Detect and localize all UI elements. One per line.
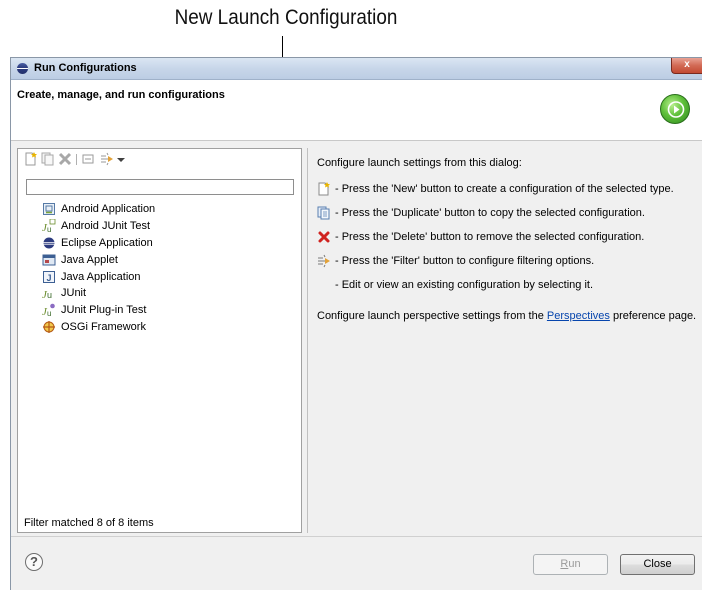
filter-input[interactable] bbox=[26, 179, 294, 195]
duplicate-icon bbox=[317, 206, 331, 220]
android-app-icon bbox=[42, 202, 56, 216]
info-row-edit: - Edit or view an existing configuration… bbox=[317, 278, 593, 292]
info-row-new: - Press the 'New' button to create a con… bbox=[317, 182, 674, 196]
bottom-separator bbox=[11, 536, 702, 537]
chevron-down-icon bbox=[117, 158, 125, 162]
java-applet-icon bbox=[42, 253, 56, 267]
eclipse-icon bbox=[42, 236, 56, 250]
svg-text:u: u bbox=[47, 225, 51, 233]
filter-status: Filter matched 8 of 8 items bbox=[24, 517, 154, 529]
tree-item-java-application[interactable]: J Java Application bbox=[42, 268, 155, 285]
run-button[interactable]: Run bbox=[533, 554, 608, 575]
tree-item-junit-plugin-test[interactable]: Ju JUnit Plug-in Test bbox=[42, 302, 155, 319]
close-button[interactable]: Close bbox=[620, 554, 695, 575]
info-row-filter: - Press the 'Filter' button to configure… bbox=[317, 254, 594, 268]
collapse-all-icon bbox=[82, 154, 94, 164]
filter-icon bbox=[317, 254, 331, 268]
dialog-header: Create, manage, and run configurations bbox=[11, 80, 702, 141]
svg-text:u: u bbox=[47, 309, 51, 317]
svg-text:u: u bbox=[47, 290, 52, 300]
junit-icon: Ju bbox=[42, 286, 56, 301]
help-icon[interactable]: ? bbox=[25, 553, 43, 571]
view-menu-button[interactable] bbox=[116, 152, 130, 166]
tree-item-eclipse-application[interactable]: Eclipse Application bbox=[42, 235, 155, 252]
delete-configuration-button[interactable] bbox=[58, 152, 72, 166]
run-configurations-window: Run Configurations x Create, manage, and… bbox=[10, 57, 702, 590]
junit-android-icon: Ju bbox=[42, 218, 56, 234]
info-intro: Configure launch settings from this dial… bbox=[317, 157, 522, 169]
callout-label: New Launch Configuration bbox=[174, 6, 398, 29]
collapse-all-button[interactable] bbox=[82, 152, 96, 166]
filter-icon bbox=[101, 152, 113, 166]
new-config-icon bbox=[25, 152, 37, 166]
window-close-button[interactable]: x bbox=[671, 58, 702, 74]
configuration-type-tree: Android Application Ju Android JUnit Tes… bbox=[42, 201, 155, 335]
configuration-info-pane: Configure launch settings from this dial… bbox=[307, 148, 702, 533]
tree-item-junit[interactable]: Ju JUnit bbox=[42, 285, 155, 302]
delete-icon bbox=[317, 230, 331, 244]
tree-item-java-applet[interactable]: Java Applet bbox=[42, 251, 155, 268]
info-row-delete: - Press the 'Delete' button to remove th… bbox=[317, 230, 644, 244]
perspectives-link[interactable]: Perspectives bbox=[547, 310, 610, 322]
blank-icon bbox=[317, 278, 331, 292]
tree-item-osgi-framework[interactable]: OSGi Framework bbox=[42, 319, 155, 336]
osgi-icon bbox=[42, 320, 56, 334]
new-config-icon bbox=[317, 182, 331, 196]
tree-item-android-junit-test[interactable]: Ju Android JUnit Test bbox=[42, 218, 155, 235]
info-row-duplicate: - Press the 'Duplicate' button to copy t… bbox=[317, 206, 645, 220]
title-bar: Run Configurations x bbox=[11, 58, 702, 80]
configuration-list-pane: Android Application Ju Android JUnit Tes… bbox=[17, 148, 302, 533]
window-title: Run Configurations bbox=[34, 62, 137, 74]
toolbar-separator bbox=[76, 154, 77, 165]
header-description: Create, manage, and run configurations bbox=[17, 89, 225, 101]
duplicate-icon bbox=[41, 152, 54, 166]
eclipse-icon bbox=[17, 63, 28, 74]
tree-item-android-application[interactable]: Android Application bbox=[42, 201, 155, 218]
duplicate-configuration-button[interactable] bbox=[41, 152, 55, 166]
filter-button[interactable] bbox=[100, 152, 114, 166]
new-configuration-button[interactable] bbox=[24, 152, 38, 166]
svg-text:J: J bbox=[47, 273, 52, 283]
delete-icon bbox=[58, 152, 72, 166]
run-icon bbox=[660, 94, 690, 124]
java-app-icon: J bbox=[42, 270, 56, 284]
perspectives-text: Configure launch perspective settings fr… bbox=[317, 310, 697, 322]
junit-plugin-icon: Ju bbox=[42, 303, 56, 318]
